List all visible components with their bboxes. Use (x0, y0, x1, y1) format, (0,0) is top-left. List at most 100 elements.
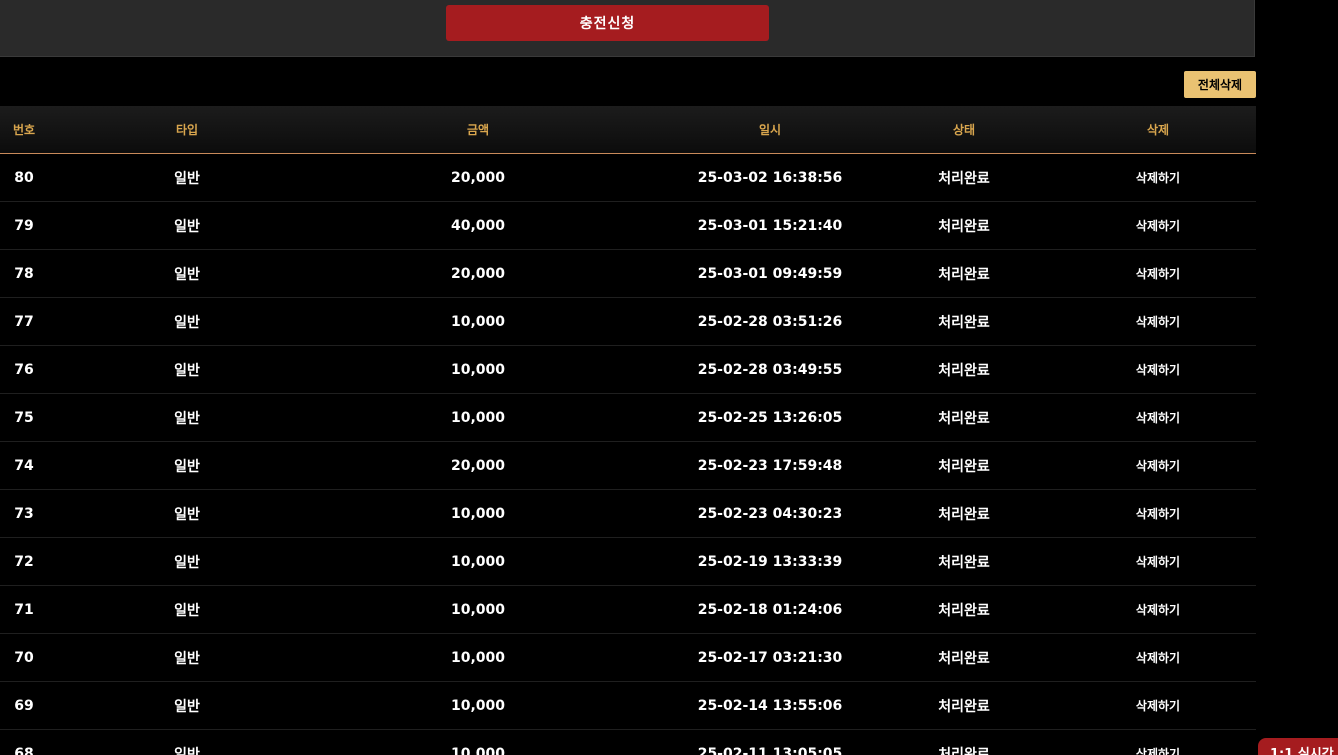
row-datetime: 25-03-01 09:49:59 (697, 265, 843, 282)
row-number: 77 (14, 313, 34, 330)
column-header-amount: 금액 (466, 123, 490, 137)
row-delete-button[interactable]: 삭제하기 (1098, 298, 1218, 345)
row-amount: 10,000 (450, 601, 506, 618)
row-delete-button[interactable]: 삭제하기 (1098, 634, 1218, 681)
row-delete-button[interactable]: 삭제하기 (1098, 346, 1218, 393)
row-number: 71 (14, 601, 34, 618)
row-amount: 10,000 (450, 649, 506, 666)
delete-all-button[interactable]: 전체삭제 (1184, 71, 1256, 98)
charge-request-button[interactable]: 충전신청 (446, 5, 769, 41)
table-row: 70 일반 10,000 25-02-17 03:21:30 처리완료 삭제하기 (0, 634, 1256, 682)
row-amount: 20,000 (450, 265, 506, 282)
table-row: 79 일반 40,000 25-03-01 15:21:40 처리완료 삭제하기 (0, 202, 1256, 250)
row-delete-button[interactable]: 삭제하기 (1098, 394, 1218, 441)
row-amount: 10,000 (450, 505, 506, 522)
row-number: 74 (14, 457, 34, 474)
row-amount: 20,000 (450, 169, 506, 186)
row-type: 일반 (174, 554, 200, 571)
row-datetime: 25-02-19 13:33:39 (697, 553, 843, 570)
row-number: 68 (14, 745, 34, 755)
row-datetime: 25-02-17 03:21:30 (697, 649, 843, 666)
row-amount: 10,000 (450, 313, 506, 330)
table-row: 68 일반 10,000 25-02-11 13:05:05 처리완료 삭제하기 (0, 730, 1256, 755)
row-status: 처리완료 (938, 602, 990, 619)
row-amount: 10,000 (450, 409, 506, 426)
row-delete-button[interactable]: 삭제하기 (1098, 250, 1218, 297)
row-status: 처리완료 (938, 746, 990, 755)
row-type: 일반 (174, 410, 200, 427)
row-type: 일반 (174, 362, 200, 379)
row-type: 일반 (174, 602, 200, 619)
row-type: 일반 (174, 458, 200, 475)
row-status: 처리완료 (938, 698, 990, 715)
top-panel: 충전신청 (0, 0, 1255, 57)
row-status: 처리완료 (938, 458, 990, 475)
row-amount: 20,000 (450, 457, 506, 474)
live-chat-button[interactable]: 1:1 실시간 (1258, 738, 1338, 755)
row-number: 70 (14, 649, 34, 666)
row-number: 73 (14, 505, 34, 522)
table-header: 번호 타입 금액 일시 상태 삭제 (0, 106, 1256, 154)
row-number: 69 (14, 697, 34, 714)
table-row: 76 일반 10,000 25-02-28 03:49:55 처리완료 삭제하기 (0, 346, 1256, 394)
row-status: 처리완료 (938, 362, 990, 379)
row-status: 처리완료 (938, 410, 990, 427)
row-number: 72 (14, 553, 34, 570)
row-datetime: 25-03-02 16:38:56 (697, 169, 843, 186)
row-datetime: 25-02-23 17:59:48 (697, 457, 843, 474)
row-delete-button[interactable]: 삭제하기 (1098, 442, 1218, 489)
row-amount: 10,000 (450, 697, 506, 714)
table-row: 69 일반 10,000 25-02-14 13:55:06 처리완료 삭제하기 (0, 682, 1256, 730)
table-row: 72 일반 10,000 25-02-19 13:33:39 처리완료 삭제하기 (0, 538, 1256, 586)
row-datetime: 25-03-01 15:21:40 (697, 217, 843, 234)
charge-history-table: 번호 타입 금액 일시 상태 삭제 80 일반 20,000 25-03-02 16:… (0, 106, 1256, 755)
row-datetime: 25-02-28 03:51:26 (697, 313, 843, 330)
table-row: 80 일반 20,000 25-03-02 16:38:56 처리완료 삭제하기 (0, 154, 1256, 202)
row-datetime: 25-02-23 04:30:23 (697, 505, 843, 522)
row-datetime: 25-02-18 01:24:06 (697, 601, 843, 618)
row-datetime: 25-02-11 13:05:05 (697, 745, 843, 755)
column-header-datetime: 일시 (758, 123, 782, 137)
row-type: 일반 (174, 314, 200, 331)
table-row: 71 일반 10,000 25-02-18 01:24:06 처리완료 삭제하기 (0, 586, 1256, 634)
row-status: 처리완료 (938, 218, 990, 235)
row-datetime: 25-02-25 13:26:05 (697, 409, 843, 426)
table-row: 78 일반 20,000 25-03-01 09:49:59 처리완료 삭제하기 (0, 250, 1256, 298)
row-status: 처리완료 (938, 554, 990, 571)
row-type: 일반 (174, 746, 200, 755)
row-type: 일반 (174, 170, 200, 187)
row-delete-button[interactable]: 삭제하기 (1098, 202, 1218, 249)
column-header-number: 번호 (12, 123, 36, 137)
row-delete-button[interactable]: 삭제하기 (1098, 538, 1218, 585)
row-delete-button[interactable]: 삭제하기 (1098, 154, 1218, 201)
row-amount: 10,000 (450, 553, 506, 570)
column-header-type: 타입 (175, 123, 199, 137)
row-number: 79 (14, 217, 34, 234)
row-status: 처리완료 (938, 314, 990, 331)
table-row: 73 일반 10,000 25-02-23 04:30:23 처리완료 삭제하기 (0, 490, 1256, 538)
row-number: 80 (14, 169, 34, 186)
row-amount: 10,000 (450, 745, 506, 755)
row-status: 처리완료 (938, 266, 990, 283)
row-type: 일반 (174, 266, 200, 283)
table-row: 74 일반 20,000 25-02-23 17:59:48 처리완료 삭제하기 (0, 442, 1256, 490)
column-header-status: 상태 (952, 123, 976, 137)
row-status: 처리완료 (938, 170, 990, 187)
table-row: 75 일반 10,000 25-02-25 13:26:05 처리완료 삭제하기 (0, 394, 1256, 442)
row-amount: 40,000 (450, 217, 506, 234)
row-delete-button[interactable]: 삭제하기 (1098, 682, 1218, 729)
row-datetime: 25-02-14 13:55:06 (697, 697, 843, 714)
row-delete-button[interactable]: 삭제하기 (1098, 730, 1218, 755)
row-number: 75 (14, 409, 34, 426)
row-delete-button[interactable]: 삭제하기 (1098, 586, 1218, 633)
row-amount: 10,000 (450, 361, 506, 378)
table-body: 80 일반 20,000 25-03-02 16:38:56 처리완료 삭제하기 79 일반 4… (0, 154, 1256, 755)
row-type: 일반 (174, 506, 200, 523)
row-status: 처리완료 (938, 506, 990, 523)
row-type: 일반 (174, 650, 200, 667)
row-datetime: 25-02-28 03:49:55 (697, 361, 843, 378)
row-number: 76 (14, 361, 34, 378)
row-delete-button[interactable]: 삭제하기 (1098, 490, 1218, 537)
row-type: 일반 (174, 218, 200, 235)
column-header-delete: 삭제 (1146, 123, 1170, 137)
